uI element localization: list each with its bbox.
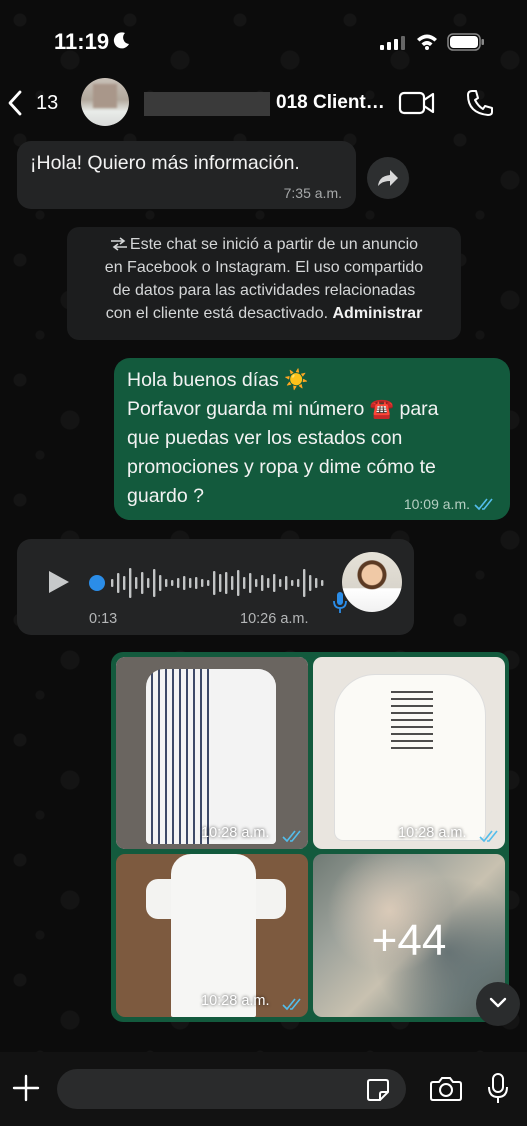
mic-icon[interactable] xyxy=(487,1073,509,1105)
video-call-icon[interactable] xyxy=(398,90,436,116)
album-photo[interactable]: 10:28 a.m. xyxy=(313,657,505,849)
photo-time: 10:28 a.m. xyxy=(201,993,270,1009)
status-bar: 11:19 xyxy=(0,0,527,80)
read-ticks-icon xyxy=(474,498,493,511)
camera-icon[interactable] xyxy=(430,1076,462,1102)
back-chevron-icon[interactable] xyxy=(6,90,24,116)
play-icon[interactable] xyxy=(47,569,71,595)
voice-duration: 0:13 xyxy=(89,611,118,627)
more-photos-count: +44 xyxy=(371,916,447,965)
message-line: Hola buenos días ☀️ xyxy=(127,369,309,391)
manage-link[interactable]: Administrar xyxy=(333,305,423,322)
message-line: Porfavor guarda mi número ☎️ para xyxy=(127,398,439,420)
redacted-name xyxy=(144,92,270,116)
scroll-to-bottom-button[interactable] xyxy=(476,982,520,1026)
battery-icon xyxy=(447,33,484,51)
input-bar xyxy=(0,1052,527,1126)
plus-icon[interactable] xyxy=(12,1074,40,1102)
sticker-icon[interactable] xyxy=(366,1078,390,1102)
status-time: 11:19 xyxy=(54,29,110,54)
read-ticks-icon xyxy=(282,830,301,843)
message-time: 7:35 a.m. xyxy=(283,185,342,201)
album-photo[interactable]: 10:28 a.m. xyxy=(116,854,308,1017)
outgoing-message[interactable]: Hola buenos días ☀️ Porfavor guarda mi n… xyxy=(114,358,510,520)
sender-avatar xyxy=(342,552,402,612)
read-ticks-icon xyxy=(282,998,301,1011)
message-input[interactable] xyxy=(57,1069,406,1109)
unread-count[interactable]: 13 xyxy=(36,92,58,115)
wifi-icon xyxy=(417,34,437,50)
album-more-photos[interactable]: +44 xyxy=(313,854,505,1017)
transfer-arrows-icon xyxy=(110,237,127,251)
voice-message[interactable]: 0:13 10:26 a.m. xyxy=(17,539,414,635)
system-line-3: de datos para las actividades relacionad… xyxy=(112,282,416,299)
system-notice: Este chat se inició a partir de un anunc… xyxy=(67,227,461,340)
contact-name[interactable]: 018 Client… xyxy=(276,92,385,114)
system-line-1: Este chat se inició a partir de un anunc… xyxy=(129,236,419,253)
system-line-4: con el cliente está desactivado. xyxy=(105,305,329,322)
message-line: que puedas ver los estados con xyxy=(127,427,403,449)
moon-icon xyxy=(113,32,129,49)
photo-album[interactable]: 10:28 a.m. 10:28 a.m. 10:28 a.m. +44 xyxy=(111,652,509,1022)
incoming-message[interactable]: ¡Hola! Quiero más información. 7:35 a.m. xyxy=(17,141,356,209)
phone-call-icon[interactable] xyxy=(465,88,495,118)
forward-button[interactable] xyxy=(367,157,409,199)
forward-icon xyxy=(378,170,398,186)
read-ticks-icon xyxy=(479,830,498,843)
contact-avatar[interactable] xyxy=(81,78,129,126)
message-time: 10:09 a.m. xyxy=(403,496,470,512)
message-text: ¡Hola! Quiero más información. xyxy=(30,152,300,174)
message-time: 10:26 a.m. xyxy=(240,611,309,627)
photo-time: 10:28 a.m. xyxy=(201,825,270,841)
album-photo[interactable]: 10:28 a.m. xyxy=(116,657,308,849)
message-line: promociones y ropa y dime cómo te xyxy=(127,456,436,478)
signal-icon xyxy=(380,36,405,50)
system-line-2: en Facebook o Instagram. El uso comparti… xyxy=(104,259,424,276)
chat-header: 13 018 Client… xyxy=(0,76,527,132)
photo-time: 10:28 a.m. xyxy=(398,825,467,841)
playback-scrubber[interactable] xyxy=(89,575,105,591)
chevron-down-icon xyxy=(489,997,507,1008)
waveform xyxy=(111,568,324,598)
